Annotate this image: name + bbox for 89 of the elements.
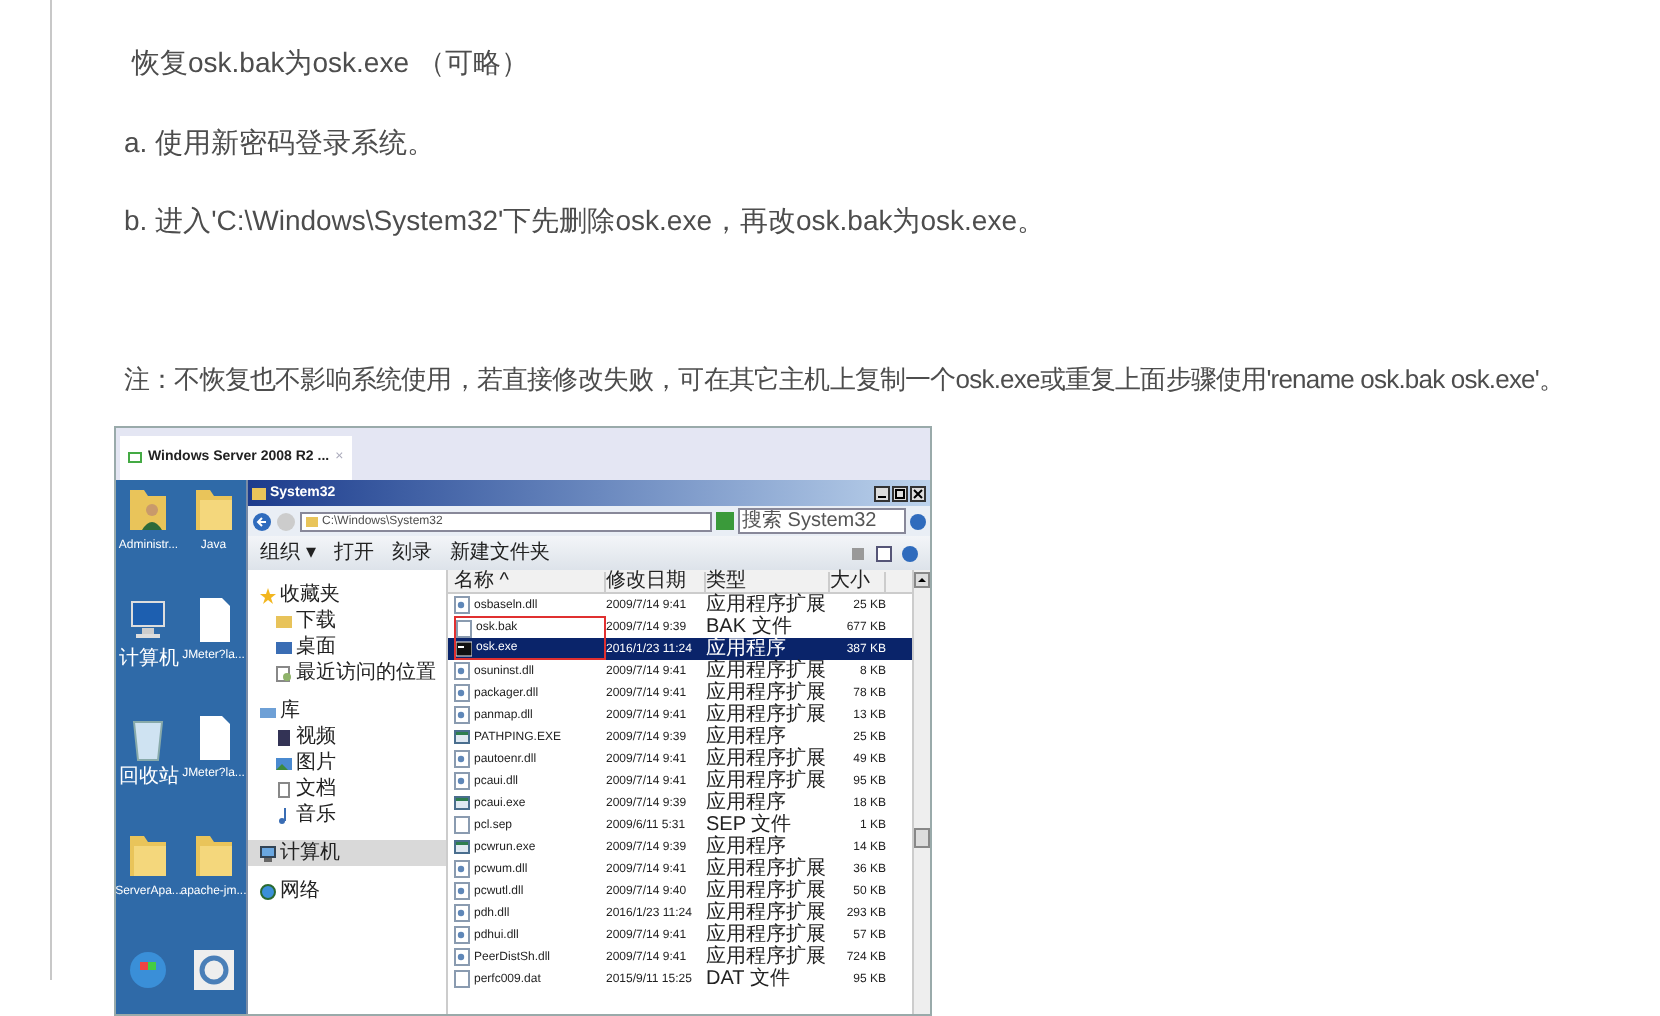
file-type: 应用程序扩展 bbox=[706, 881, 828, 901]
folder-with-person-icon bbox=[126, 486, 171, 534]
window-icon bbox=[454, 838, 470, 856]
file-type: 应用程序扩展 bbox=[706, 683, 828, 703]
preview-pane-icon[interactable] bbox=[876, 545, 892, 561]
folder-icon bbox=[191, 832, 236, 880]
monitor-icon bbox=[128, 451, 142, 465]
file-type: 应用程序 bbox=[706, 837, 788, 857]
scrollbar[interactable] bbox=[912, 570, 930, 1014]
scroll-thumb[interactable] bbox=[914, 828, 930, 848]
file-type: 应用程序扩展 bbox=[706, 595, 828, 615]
view-options-icon[interactable] bbox=[850, 545, 866, 561]
desktop-icon-label[interactable]: 计算机 bbox=[118, 650, 179, 670]
maximize-icon[interactable] bbox=[892, 485, 908, 501]
nav-item[interactable]: 网络 bbox=[248, 878, 446, 904]
film-icon bbox=[276, 729, 292, 745]
folder-icon bbox=[306, 515, 318, 527]
folder-icon bbox=[191, 486, 236, 534]
column-header[interactable]: 名称 ^ bbox=[454, 571, 606, 591]
nav-item[interactable]: 收藏夹 bbox=[248, 582, 446, 608]
file-type: DAT 文件 bbox=[706, 969, 792, 989]
file-type: 应用程序 bbox=[706, 639, 788, 659]
document-icon bbox=[454, 970, 470, 988]
gear-document-icon bbox=[454, 926, 470, 944]
window-icon bbox=[454, 794, 470, 812]
minimize-icon[interactable] bbox=[874, 485, 890, 501]
file-type: BAK 文件 bbox=[706, 617, 794, 637]
gear-document-icon bbox=[454, 706, 470, 724]
toolbar-button[interactable]: 新建文件夹 bbox=[449, 543, 550, 563]
search-field[interactable]: 搜索 System32 bbox=[738, 508, 906, 534]
window-icon bbox=[454, 728, 470, 746]
file-type: 应用程序扩展 bbox=[706, 661, 828, 681]
nav-item[interactable]: 图片 bbox=[248, 750, 446, 776]
file-type: 应用程序 bbox=[706, 793, 788, 813]
clock-document-icon bbox=[276, 665, 292, 681]
note-text: 注：不恢复也不影响系统使用，若直接修改失败，可在其它主机上复制一个osk.exe或重复上面步骤使用'rename osk.bak osk.exe'。 bbox=[124, 362, 1567, 398]
document-icon bbox=[454, 816, 470, 834]
nav-item[interactable]: 文档 bbox=[248, 776, 446, 802]
file-type: 应用程序扩展 bbox=[706, 749, 828, 769]
music-note-icon bbox=[276, 807, 292, 823]
nav-item[interactable]: 库 bbox=[248, 698, 446, 724]
nav-item[interactable]: 音乐 bbox=[248, 802, 446, 828]
document-icon bbox=[276, 781, 292, 797]
gear-document-icon bbox=[454, 750, 470, 768]
nav-item[interactable]: 下载 bbox=[248, 608, 446, 634]
nav-item[interactable]: 最近访问的位置 bbox=[248, 660, 446, 686]
folder-icon bbox=[276, 613, 292, 629]
scroll-up-icon[interactable] bbox=[914, 572, 930, 588]
file-type: 应用程序扩展 bbox=[706, 947, 828, 967]
gear-document-icon bbox=[454, 684, 470, 702]
file-type: 应用程序扩展 bbox=[706, 859, 828, 879]
column-header[interactable]: 类型 bbox=[706, 571, 830, 591]
step-heading: 恢复osk.bak为osk.exe （可略） bbox=[132, 44, 531, 82]
gear-document-icon bbox=[454, 596, 470, 614]
column-header[interactable]: 修改日期 bbox=[606, 571, 706, 591]
computer-icon bbox=[260, 845, 276, 861]
gear-document-icon bbox=[454, 772, 470, 790]
file-type: 应用程序扩展 bbox=[706, 705, 828, 725]
gear-document-icon bbox=[454, 860, 470, 878]
document-icon bbox=[456, 619, 472, 637]
gear-document-icon bbox=[454, 882, 470, 900]
file-type: 应用程序扩展 bbox=[706, 925, 828, 945]
gear-document-icon bbox=[454, 662, 470, 680]
network-globe-icon bbox=[260, 883, 276, 899]
gear-document-icon bbox=[454, 904, 470, 922]
computer-icon bbox=[126, 596, 171, 644]
desktop-icon bbox=[276, 639, 292, 655]
desktop-icon-label[interactable]: 回收站 bbox=[118, 768, 179, 788]
close-icon[interactable] bbox=[910, 485, 926, 501]
star-icon bbox=[260, 587, 276, 603]
toolbar-button[interactable]: 刻录 bbox=[391, 543, 432, 563]
file-type: 应用程序扩展 bbox=[706, 903, 828, 923]
file-type: 应用程序 bbox=[706, 727, 788, 747]
column-header[interactable]: 大小 bbox=[830, 571, 886, 591]
file-type: SEP 文件 bbox=[706, 815, 794, 835]
picture-icon bbox=[276, 755, 292, 771]
back-arrow-icon[interactable] bbox=[252, 511, 272, 531]
step-text: a. 使用新密码登录系统。 bbox=[124, 124, 438, 162]
toolbar-button[interactable]: 组织 ▾ bbox=[260, 543, 316, 563]
nav-item[interactable]: 计算机 bbox=[248, 840, 446, 866]
step-text: b. 进入'C:\Windows\System32'下先删除osk.exe，再改osk.bak为osk.exe。 bbox=[124, 202, 1047, 240]
nav-item[interactable]: 桌面 bbox=[248, 634, 446, 660]
file-type: 应用程序扩展 bbox=[706, 771, 828, 791]
toolbar-button[interactable]: 打开 bbox=[333, 543, 374, 563]
folder-icon bbox=[252, 485, 266, 501]
gear-document-icon bbox=[454, 948, 470, 966]
nav-item[interactable]: 视频 bbox=[248, 724, 446, 750]
console-icon bbox=[456, 639, 472, 657]
folder-icon bbox=[126, 832, 171, 880]
